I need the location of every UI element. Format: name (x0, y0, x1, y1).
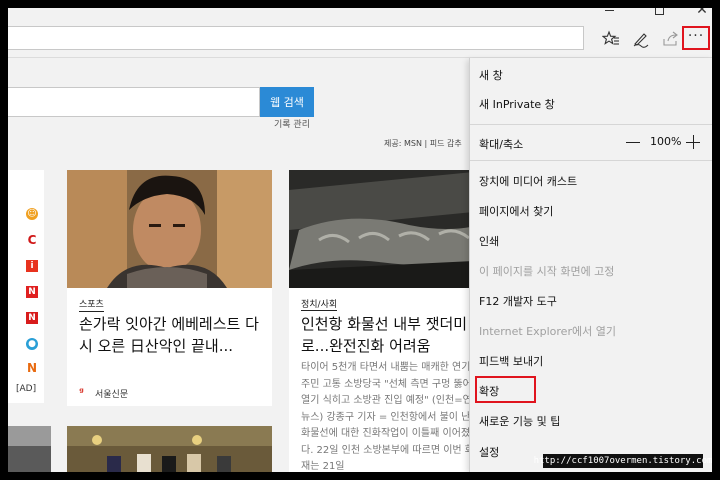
menu-item-whats-new[interactable]: 새로운 기능 및 팁 (479, 413, 560, 429)
menu-item-pin-to-start: 이 페이지를 시작 화면에 고정 (479, 265, 615, 278)
site-logo-icon[interactable]: C (26, 233, 38, 247)
site-logo-icon[interactable]: N (26, 286, 38, 298)
zoom-in-button[interactable] (686, 135, 700, 149)
menu-divider (470, 124, 713, 125)
maximize-button[interactable] (652, 3, 668, 17)
menu-item-open-in-ie: Internet Explorer에서 열기 (479, 325, 616, 338)
news-title[interactable]: 인천항 화물선 내부 잿더미로...완전진화 어려움 (301, 313, 491, 357)
watermark-label: http://ccf1007overmen.tistory.com (533, 454, 713, 468)
sites-sidebar: ☺ C i N N ● N [AD] (8, 170, 44, 403)
title-bar: ✕ (8, 0, 712, 20)
menu-divider (470, 160, 713, 161)
news-category: 스포츠 (79, 297, 104, 312)
history-manage-link[interactable]: 기록 관리 (274, 117, 310, 130)
menu-item-new-inprivate-window[interactable]: 새 InPrivate 창 (479, 96, 555, 112)
menu-item-f12-dev-tools[interactable]: F12 개발자 도구 (479, 293, 557, 309)
address-bar[interactable] (8, 26, 584, 50)
menu-item-cast-media[interactable]: 장치에 미디어 캐스트 (479, 173, 577, 189)
site-logo-icon[interactable]: N (26, 361, 38, 375)
pen-notes-icon[interactable] (630, 28, 652, 50)
zoom-value: 100% (650, 135, 682, 148)
news-photo (289, 170, 494, 288)
more-icon[interactable]: ··· (682, 26, 710, 50)
menu-item-settings[interactable]: 설정 (479, 444, 499, 460)
news-photo (67, 426, 272, 480)
site-logo-icon[interactable]: i (26, 260, 38, 272)
news-source: 서울신문 (95, 390, 129, 400)
source-logo-icon: ᵍ (79, 387, 84, 398)
news-card[interactable]: 정치/사회 인천항 화물선 내부 잿더미로...완전진화 어려움 타이어 5천개… (289, 170, 494, 480)
site-logo-icon[interactable]: ☺ (26, 208, 38, 220)
web-search-button[interactable]: 웹 검색 (260, 87, 314, 117)
close-button[interactable]: ✕ (694, 3, 710, 17)
provider-text: 제공: MSN | 피드 갑추 (384, 139, 462, 148)
news-photo (67, 170, 272, 288)
minimize-button[interactable] (602, 3, 618, 17)
menu-item-new-window[interactable]: 새 창 (479, 67, 503, 83)
zoom-out-button[interactable] (626, 142, 640, 143)
menu-item-find-on-page[interactable]: 페이지에서 찾기 (479, 203, 553, 219)
news-category: 정치/사회 (301, 297, 338, 311)
menu-item-extensions[interactable]: 확장 (479, 383, 499, 399)
menu-item-send-feedback[interactable]: 피드백 보내기 (479, 353, 543, 369)
site-logo-icon[interactable]: N (26, 312, 38, 324)
site-logo-icon[interactable]: ● (26, 338, 38, 350)
news-photo (8, 426, 51, 480)
news-card[interactable]: 스포츠 손가락 잇아간 에베레스트 다시 오른 日산악인 끝내... ᵍ 서울신… (67, 170, 272, 406)
web-search-input[interactable] (8, 87, 260, 117)
browser-toolbar: ··· (8, 20, 712, 58)
menu-item-print[interactable]: 인쇄 (479, 233, 499, 249)
ad-label: [AD] (16, 384, 37, 394)
news-title[interactable]: 손가락 잇아간 에베레스트 다시 오른 日산악인 끝내... (79, 313, 269, 357)
menu-item-zoom: 확대/축소 (479, 138, 524, 151)
share-icon[interactable] (660, 28, 682, 50)
favorites-star-icon[interactable] (600, 28, 622, 50)
news-body: 타이어 5천개 타면서 내뿜는 매캐한 연기에 주민 고통 소방당국 "선체 측… (301, 362, 481, 472)
more-actions-menu: 새 창 새 InPrivate 창 확대/축소 100% 장치에 미디어 캐스트… (469, 58, 713, 472)
